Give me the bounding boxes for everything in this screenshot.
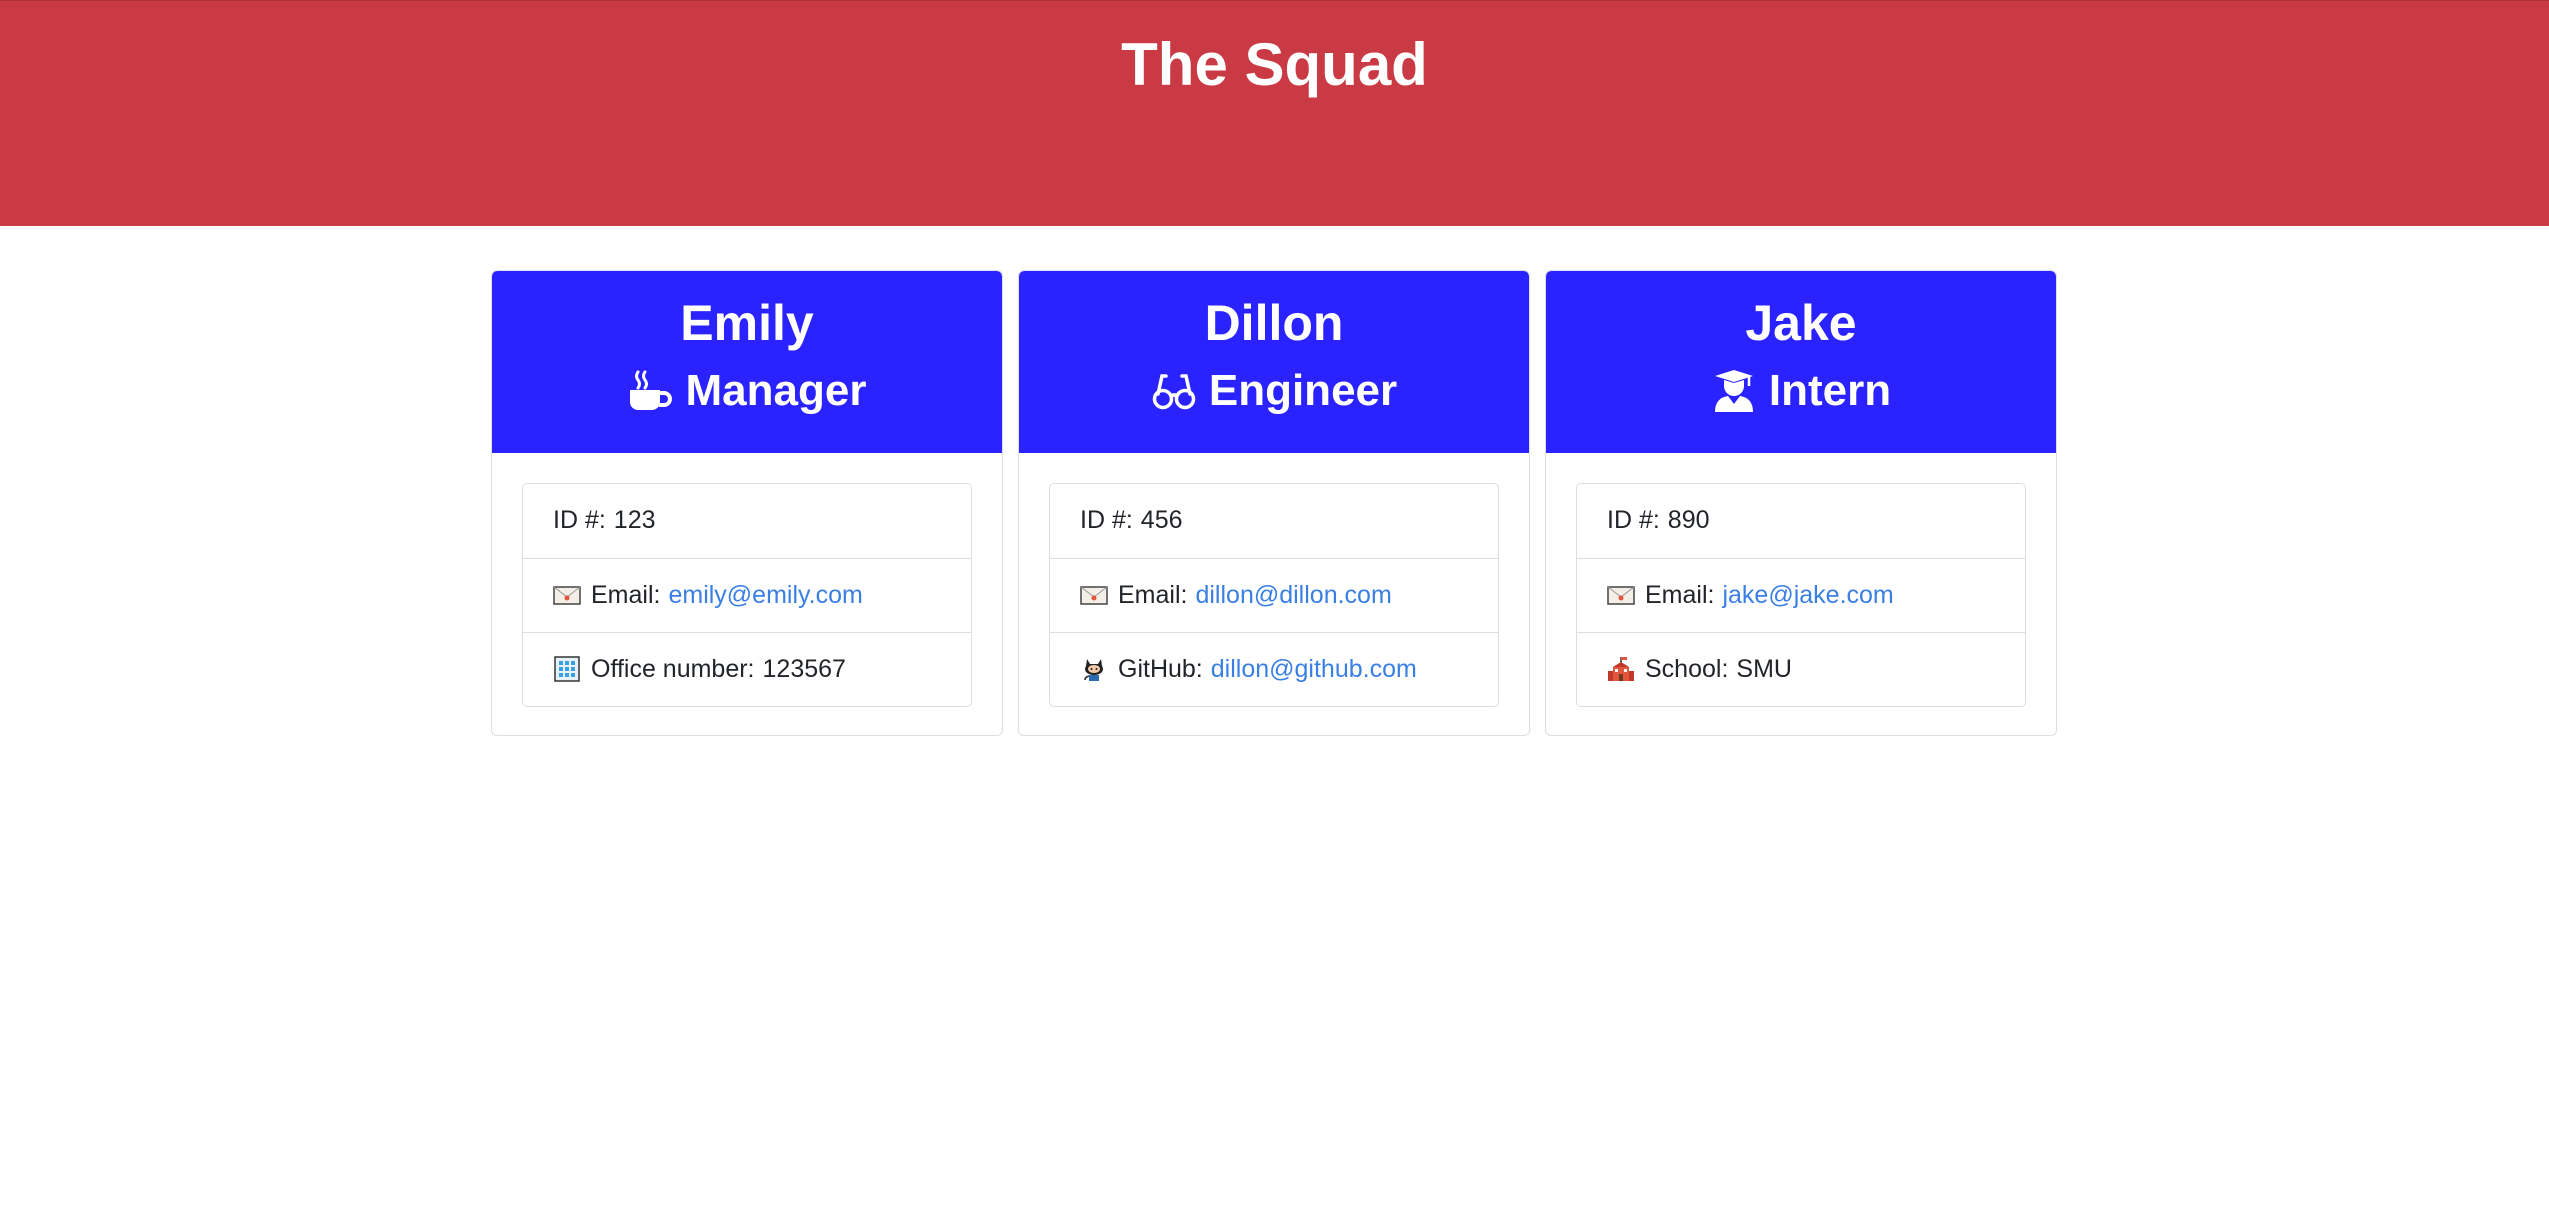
id-value: 123 xyxy=(613,506,656,534)
id-label: ID #: xyxy=(553,506,606,534)
info-list: ID #: 456 Email: dillon@dillon.com GitHu… xyxy=(1049,483,1499,707)
building-icon xyxy=(554,656,580,682)
role-label: Engineer xyxy=(1208,366,1398,415)
graduate-icon xyxy=(1714,370,1753,412)
employee-card: Emily Manager ID #: 123 Email: emily@emi… xyxy=(491,270,1003,736)
info-list: ID #: 123 Email: emily@emily.com Office … xyxy=(522,483,972,707)
employee-card: Dillon Engineer ID #: 456 Email: dillon@… xyxy=(1018,270,1530,736)
employee-name: Emily xyxy=(680,295,814,351)
school-value: SMU xyxy=(1736,654,1792,683)
envelope-icon xyxy=(1080,586,1108,605)
card-header: Emily Manager xyxy=(492,271,1002,453)
email-label: Email: xyxy=(591,580,661,609)
school-row: School: SMU xyxy=(1577,632,2025,705)
school-label: School: xyxy=(1645,654,1729,683)
glasses-icon xyxy=(1152,374,1196,410)
email-row: Email: emily@emily.com xyxy=(523,558,971,631)
envelope-icon xyxy=(1607,586,1635,605)
card-header: Dillon Engineer xyxy=(1019,271,1529,453)
email-row: Email: jake@jake.com xyxy=(1577,558,2025,631)
id-label: ID #: xyxy=(1080,506,1133,534)
office-row: Office number: 123567 xyxy=(523,632,971,705)
office-value: 123567 xyxy=(762,654,846,683)
id-label: ID #: xyxy=(1607,506,1660,534)
employee-role: Engineer xyxy=(1019,363,1529,419)
employee-name: Jake xyxy=(1745,295,1857,351)
role-label: Intern xyxy=(1768,366,1892,415)
email-link[interactable]: jake@jake.com xyxy=(1722,581,1893,610)
id-row: ID #: 890 xyxy=(1577,484,2025,557)
github-octocat-icon xyxy=(1084,659,1103,681)
email-label: Email: xyxy=(1118,580,1188,609)
employee-name: Dillon xyxy=(1204,295,1344,351)
info-list: ID #: 890 Email: jake@jake.com School: S… xyxy=(1576,483,2026,707)
employee-card: Jake Intern ID #: 890 Email: jake@jake.c… xyxy=(1545,270,2057,736)
email-link[interactable]: dillon@dillon.com xyxy=(1195,581,1391,610)
github-link[interactable]: dillon@github.com xyxy=(1211,655,1417,684)
school-icon xyxy=(1608,657,1634,681)
envelope-icon xyxy=(553,586,581,605)
coffee-mug-icon xyxy=(629,370,672,410)
email-label: Email: xyxy=(1645,580,1715,609)
id-row: ID #: 123 xyxy=(523,484,971,557)
card-header: Jake Intern xyxy=(1546,271,2056,453)
email-row: Email: dillon@dillon.com xyxy=(1050,558,1498,631)
github-row: GitHub: dillon@github.com xyxy=(1050,632,1498,705)
email-link[interactable]: emily@emily.com xyxy=(668,581,862,610)
id-row: ID #: 456 xyxy=(1050,484,1498,557)
employee-role: Manager xyxy=(492,363,1002,419)
team-cards: Emily Manager ID #: 123 Email: emily@emi… xyxy=(491,270,2058,736)
github-label: GitHub: xyxy=(1118,654,1203,683)
id-value: 456 xyxy=(1140,506,1183,534)
page-title: The Squad xyxy=(1121,31,1428,98)
office-label: Office number: xyxy=(591,654,755,683)
employee-role: Intern xyxy=(1546,363,2056,419)
role-label: Manager xyxy=(685,366,867,415)
id-value: 890 xyxy=(1667,506,1710,534)
header-banner: The Squad xyxy=(0,0,2549,226)
